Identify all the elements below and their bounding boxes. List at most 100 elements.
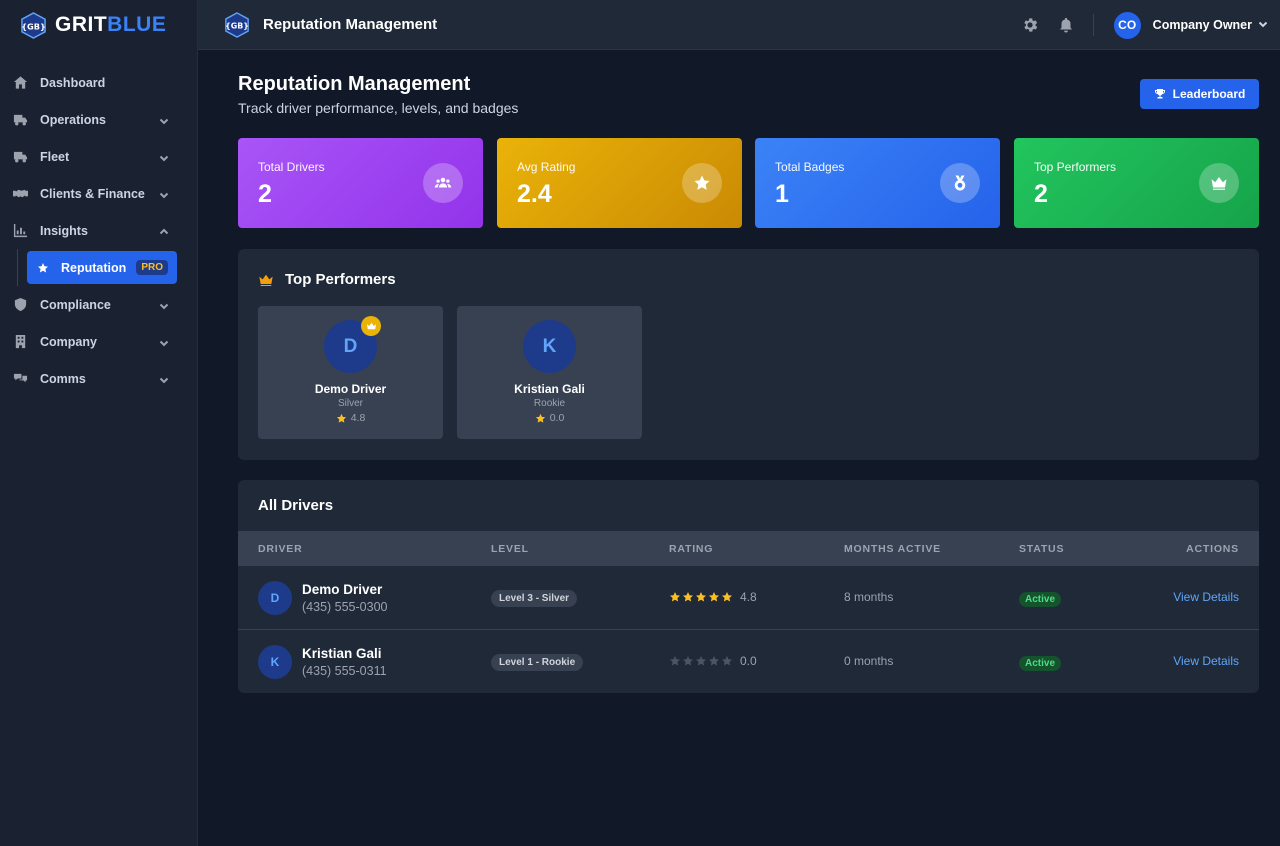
sidebar-item-reputation[interactable]: Reputation PRO (27, 251, 177, 284)
driver-phone: (435) 555-0300 (302, 600, 388, 614)
column-header-status: STATUS (1019, 543, 1065, 555)
star-icon (696, 656, 706, 666)
star-rating: 4.8 (669, 590, 757, 604)
trophy-icon (1154, 89, 1165, 99)
performer-rating: 0.0 (457, 412, 642, 424)
gear-icon[interactable] (1021, 16, 1039, 34)
sidebar-item-insights[interactable]: Insights (0, 212, 197, 249)
performer-card[interactable]: D Demo Driver Silver 4.8 (258, 306, 443, 439)
sidebar: {GB} GRITBLUE Dashboard Operations Fleet… (0, 0, 198, 846)
shield-icon (12, 297, 28, 313)
user-avatar[interactable]: CO (1113, 11, 1141, 39)
star-icon (683, 656, 693, 666)
performer-name: Kristian Gali (514, 382, 585, 396)
avatar: K (523, 320, 576, 373)
rating-value: 0.0 (740, 654, 757, 668)
star-icon (38, 262, 48, 273)
page-title: Reputation Management (238, 73, 471, 95)
avatar: K (258, 645, 292, 679)
table-header: DRIVER LEVEL RATING MONTHS ACTIVE STATUS… (238, 531, 1259, 566)
star-icon (696, 592, 706, 602)
insights-submenu: Reputation PRO (0, 249, 197, 286)
column-header-actions: ACTIONS (1186, 543, 1239, 555)
chevron-down-icon (159, 152, 169, 162)
star-icon (670, 656, 680, 666)
user-name[interactable]: Company Owner (1153, 18, 1252, 32)
chevron-down-icon (159, 300, 169, 310)
table-row: D Demo Driver (435) 555-0300 Level 3 - S… (238, 566, 1259, 630)
brand-logo[interactable]: {GB} GRITBLUE (0, 0, 197, 50)
driver-phone: (435) 555-0311 (302, 664, 387, 678)
performer-level: Silver (337, 398, 363, 409)
star-icon (709, 592, 719, 602)
column-header-months-active: MONTHS ACTIVE (844, 543, 941, 555)
months-active: 8 months (844, 590, 894, 604)
sidebar-item-dashboard[interactable]: Dashboard (0, 64, 197, 101)
svg-text:{GB}: {GB} (225, 21, 249, 30)
star-rating: 0.0 (669, 654, 757, 668)
submenu-line (17, 249, 18, 286)
stat-card-total-drivers: Total Drivers 2 (238, 138, 483, 228)
top-header: {GB} Reputation Management CO Company Ow… (198, 0, 1280, 50)
all-drivers-panel: All Drivers DRIVER LEVEL RATING MONTHS A… (238, 480, 1259, 693)
chevron-down-icon (159, 189, 169, 199)
star-icon (682, 163, 722, 203)
level-badge: Level 1 - Rookie (491, 654, 584, 671)
star-icon (709, 656, 719, 666)
header-actions: CO Company Owner (1021, 0, 1268, 50)
performer-rating: 4.8 (258, 412, 443, 424)
header-divider (1092, 14, 1094, 36)
users-icon (423, 163, 463, 203)
gritblue-logo-icon: {GB} (21, 11, 46, 39)
bell-icon[interactable] (1057, 16, 1075, 34)
column-header-rating: RATING (669, 543, 714, 555)
sidebar-item-compliance[interactable]: Compliance (0, 286, 197, 323)
crown-icon (361, 316, 381, 336)
header-title: Reputation Management (263, 16, 438, 33)
star-icon (670, 592, 680, 602)
avatar: D (258, 581, 292, 615)
svg-text:{GB}: {GB} (21, 21, 46, 31)
performer-card[interactable]: K Kristian Gali Rookie 0.0 (457, 306, 642, 439)
crown-icon (259, 274, 273, 286)
leaderboard-button[interactable]: Leaderboard (1140, 79, 1259, 109)
stat-card-top-performers: Top Performers 2 (1014, 138, 1259, 228)
chevron-down-icon (159, 374, 169, 384)
sidebar-item-comms[interactable]: Comms (0, 360, 197, 397)
view-details-link[interactable]: View Details (1173, 654, 1239, 668)
months-active: 0 months (844, 654, 894, 668)
panel-title: Top Performers (258, 271, 396, 288)
driver-name: Demo Driver (302, 582, 383, 597)
sidebar-item-company[interactable]: Company (0, 323, 197, 360)
table-row: K Kristian Gali (435) 555-0311 Level 1 -… (238, 630, 1259, 694)
sidebar-item-clients-finance[interactable]: Clients & Finance (0, 175, 197, 212)
comments-icon (12, 371, 28, 387)
rating-value: 4.8 (740, 590, 757, 604)
truck-icon (12, 149, 28, 165)
driver-name: Kristian Gali (302, 646, 382, 661)
stat-card-total-badges: Total Badges 1 (755, 138, 1000, 228)
star-icon (336, 413, 346, 423)
level-badge: Level 3 - Silver (491, 590, 578, 607)
chart-icon (12, 223, 28, 239)
sidebar-item-fleet[interactable]: Fleet (0, 138, 197, 175)
sidebar-item-operations[interactable]: Operations (0, 101, 197, 138)
column-header-driver: DRIVER (258, 543, 303, 555)
chevron-down-icon (159, 337, 169, 347)
view-details-link[interactable]: View Details (1173, 590, 1239, 604)
status-badge: Active (1019, 656, 1062, 671)
handshake-icon (12, 186, 28, 202)
star-icon (683, 592, 693, 602)
gritblue-logo-icon: {GB} (225, 11, 249, 38)
leaderboard-label: Leaderboard (1172, 87, 1246, 101)
brand-name: GRITBLUE (55, 13, 167, 36)
building-icon (12, 334, 28, 350)
status-badge: Active (1019, 592, 1062, 607)
sidebar-item-label: Reputation (61, 260, 127, 275)
performer-name: Demo Driver (314, 382, 387, 396)
crown-icon (1199, 163, 1239, 203)
column-header-level: LEVEL (491, 543, 529, 555)
chevron-down-icon[interactable] (1258, 16, 1268, 34)
page-subtitle: Track driver performance, levels, and ba… (238, 100, 519, 116)
performer-level: Rookie (533, 398, 566, 409)
